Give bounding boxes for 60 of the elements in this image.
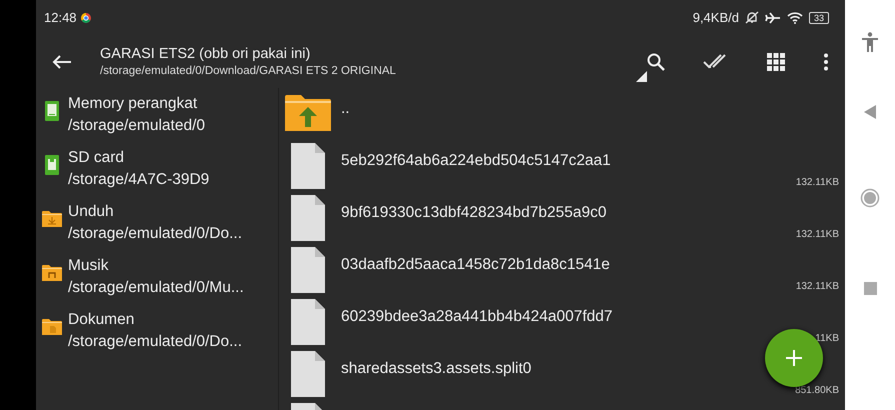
location-path: /storage/emulated/0 — [68, 116, 206, 136]
sd-card-icon — [42, 155, 62, 175]
file-name: 03daafb2d5aaca1458c72b1da8c1541e — [341, 256, 610, 274]
file-size: 132.11KB — [796, 229, 839, 240]
location-path: /storage/emulated/0/Mu... — [68, 278, 244, 298]
file-icon — [291, 247, 325, 293]
browser-icon — [80, 12, 91, 22]
clock-time: 12:48 — [44, 10, 77, 25]
music-folder-icon — [42, 263, 62, 283]
file-size: 132.11KB — [796, 281, 839, 292]
storage-location[interactable]: Musik /storage/emulated/0/Mu... — [36, 255, 278, 309]
location-name: Unduh — [68, 202, 115, 222]
location-name: Dokumen — [68, 310, 136, 330]
file-icon — [291, 195, 325, 241]
location-path: /storage/4A7C-39D9 — [68, 170, 210, 190]
search-icon — [647, 52, 665, 70]
location-path: /storage/emulated/0/Do... — [68, 224, 242, 244]
storage-location[interactable]: Memory perangkat /storage/emulated/0 — [36, 93, 278, 147]
file-icon — [291, 351, 325, 397]
file-row[interactable]: 9bf619330c13dbf428234bd7b255a9c0 132.11KB — [279, 192, 845, 244]
muted-bell-icon — [744, 11, 759, 24]
file-name: 5eb292f64ab6a224ebd504c5147c2aa1 — [341, 152, 611, 170]
parent-folder-icon — [285, 93, 331, 131]
storage-location[interactable]: Dokumen /storage/emulated/0/Do... — [36, 309, 278, 363]
airplane-icon — [764, 12, 781, 24]
file-name: 60239bdee3a28a441bb4b424a007fdd7 — [341, 308, 613, 326]
file-size: 851.80KB — [795, 385, 839, 396]
file-row[interactable]: 03daafb2d5aaca1458c72b1da8c1541e 132.11KB — [279, 244, 845, 296]
file-size: 132.11KB — [796, 177, 839, 188]
document-folder-icon — [42, 317, 62, 337]
back-triangle-icon[interactable] — [863, 104, 877, 120]
network-speed: 9,4KB/d — [692, 10, 739, 25]
accessibility-icon[interactable] — [861, 32, 879, 52]
folder-path: /storage/emulated/0/Download/GARASI ETS 2 ORIGINAL — [100, 65, 397, 77]
download-folder-icon — [42, 209, 62, 229]
file-name: sharedassets3.assets.split0 — [341, 360, 532, 378]
location-name: Musik — [68, 256, 110, 276]
folder-title: GARASI ETS2 (obb ori pakai ini) — [100, 46, 312, 62]
file-row[interactable]: 5eb292f64ab6a224ebd504c5147c2aa1 132.11KB — [279, 140, 845, 192]
plus-icon — [786, 350, 802, 366]
storage-icon — [42, 101, 62, 121]
corner-triangle-icon — [636, 71, 647, 82]
file-size: 11KB — [815, 333, 839, 344]
file-icon — [291, 143, 325, 189]
file-icon — [291, 299, 325, 345]
location-path: /storage/emulated/0/Do... — [68, 332, 242, 352]
wifi-icon — [786, 12, 803, 24]
location-name: SD card — [68, 148, 125, 168]
file-row[interactable]: sharedassets3.assets.split0 851.80KB — [279, 348, 845, 400]
parent-folder-label: .. — [341, 100, 350, 118]
file-row[interactable]: .. — [279, 88, 845, 140]
file-row[interactable]: 60239bdee3a28a441bb4b424a007fdd7 11KB — [279, 296, 845, 348]
more-dots-icon — [823, 52, 829, 70]
file-name: 9bf619330c13dbf428234bd7b255a9c0 — [341, 204, 606, 222]
battery-level: 33 — [808, 12, 829, 24]
storage-location[interactable]: SD card /storage/4A7C-39D9 — [36, 147, 278, 201]
storage-location[interactable]: Unduh /storage/emulated/0/Do... — [36, 201, 278, 255]
grid-icon — [767, 52, 785, 70]
location-name: Memory perangkat — [68, 94, 198, 114]
back-arrow-icon — [52, 54, 72, 70]
